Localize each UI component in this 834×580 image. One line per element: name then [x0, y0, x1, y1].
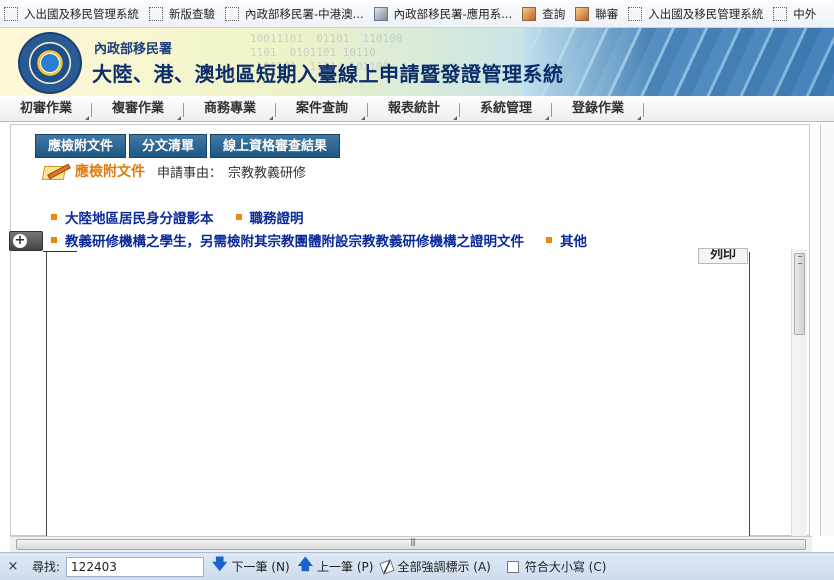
request-reason-value: 宗教教義研修 — [228, 165, 307, 181]
menu-second-review[interactable]: 複審作業 — [92, 96, 184, 122]
document-item[interactable]: 大陸地區居民身分證影本 — [51, 207, 214, 227]
tab-assignment-list[interactable]: 分文清單 — [129, 134, 208, 158]
favorite-link[interactable]: 內政部移民署-中港澳... — [225, 6, 364, 22]
dotted-page-icon — [149, 6, 163, 21]
bullet-icon — [51, 236, 57, 243]
menu-initial-review[interactable]: 初審作業 — [0, 96, 92, 122]
dotted-page-icon — [773, 6, 788, 21]
app-image-icon — [522, 6, 537, 21]
banner-fade — [524, 28, 834, 96]
agency-name: 內政部移民署 — [94, 42, 173, 57]
favorite-link[interactable]: 中外 — [773, 6, 816, 22]
checkbox-icon[interactable] — [506, 560, 519, 573]
favorite-link[interactable]: 內政部移民署-應用系... — [373, 6, 512, 22]
dotted-page-icon — [4, 6, 18, 21]
favorite-link[interactable]: 聯審 — [575, 6, 618, 22]
favorite-link[interactable]: 新版查驗 — [149, 6, 215, 22]
menu-case-query[interactable]: 案件查詢 — [276, 96, 368, 122]
highlighter-icon — [379, 558, 396, 575]
tab-required-documents[interactable]: 應檢附文件 — [35, 134, 127, 158]
menu-system-admin[interactable]: 系統管理 — [460, 96, 552, 122]
right-pane — [820, 124, 834, 536]
scroll-thumb[interactable] — [794, 253, 805, 335]
content-frame: 應檢附文件 分文清單 線上資格審查結果 應檢附文件 申請事由： 宗教教義研修 大… — [9, 124, 810, 537]
favorite-link[interactable]: 查詢 — [522, 6, 565, 22]
globe-icon — [40, 53, 60, 73]
grip-icon: ||| — [410, 537, 416, 546]
next-match-button[interactable]: 🡇 下一筆 (N) — [212, 554, 290, 579]
find-input[interactable] — [66, 556, 205, 577]
document-panel — [46, 252, 750, 537]
pencil-paper-icon — [41, 160, 71, 182]
match-case-checkbox[interactable]: 符合大小寫 (C) — [499, 558, 606, 575]
agency-logo — [18, 32, 82, 94]
find-label: 尋找: — [32, 560, 61, 574]
document-item[interactable]: 教義研修機構之學生，另需檢附其宗教團體附設宗教教義研修機構之證明文件 — [51, 230, 524, 250]
document-list: 大陸地區居民身分證影本 職務證明 教義研修機構之學生，另需檢附其宗教團體附設宗教… — [51, 205, 791, 251]
main-menu: 初審作業 複審作業 商務專業 案件查詢 報表統計 系統管理 登錄作業 — [0, 96, 834, 122]
document-item[interactable]: 其他 — [546, 230, 587, 250]
arrow-up-icon: 🡅 — [297, 555, 314, 573]
expand-button[interactable]: + — [9, 231, 43, 251]
header-banner: 10011101 01101 110100 1101 0101101 10110… — [0, 28, 834, 96]
bullet-icon — [51, 213, 57, 220]
favorite-link[interactable]: 入出國及移民管理系統 — [4, 6, 139, 22]
dotted-page-icon — [225, 6, 239, 21]
tab-eligibility-results[interactable]: 線上資格審查結果 — [210, 134, 341, 158]
dotted-page-icon — [628, 6, 643, 21]
highlight-all-button[interactable]: 全部強調標示 (A) — [379, 558, 491, 575]
grip-icon — [798, 256, 802, 264]
print-button[interactable]: 列印 — [698, 248, 748, 264]
menu-login-ops[interactable]: 登錄作業 — [552, 96, 644, 122]
request-line: 應檢附文件 申請事由： 宗教教義研修 — [41, 160, 306, 182]
previous-match-button[interactable]: 🡅 上一筆 (P) — [298, 554, 374, 579]
bullet-icon — [235, 213, 242, 220]
document-row: 大陸地區居民身分證影本 職務證明 — [51, 205, 791, 228]
find-bar: × 尋找: 🡇下一筆 (N) 🡅上一筆 (P) 全部強調標示 (A) 符合大小寫… — [0, 552, 834, 580]
vertical-scrollbar[interactable] — [791, 249, 807, 537]
bullet-icon — [546, 236, 552, 243]
menu-business[interactable]: 商務專業 — [184, 96, 276, 122]
section-title: 應檢附文件 — [75, 164, 145, 180]
request-reason-label: 申請事由： — [157, 165, 223, 181]
plus-icon: + — [13, 233, 27, 248]
document-item[interactable]: 職務證明 — [235, 207, 304, 227]
document-row: 教義研修機構之學生，另需檢附其宗教團體附設宗教教義研修機構之證明文件 其他 — [51, 228, 791, 251]
arrow-down-icon: 🡇 — [212, 555, 228, 573]
system-title: 大陸、港、澳地區短期入臺線上申請暨發證管理系統 — [92, 62, 564, 86]
horizontal-scrollbar[interactable]: ||| — [10, 536, 812, 552]
favorites-bar: 入出國及移民管理系統 新版查驗 內政部移民署-中港澳... 內政部移民署-應用系… — [0, 0, 834, 28]
favorite-link[interactable]: 入出國及移民管理系統 — [628, 6, 763, 22]
close-icon[interactable]: × — [0, 559, 26, 574]
menu-reports[interactable]: 報表統計 — [368, 96, 460, 122]
app-image-icon — [373, 6, 388, 21]
app-image-icon — [575, 6, 590, 21]
tab-bar: 應檢附文件 分文清單 線上資格審查結果 — [35, 134, 343, 158]
